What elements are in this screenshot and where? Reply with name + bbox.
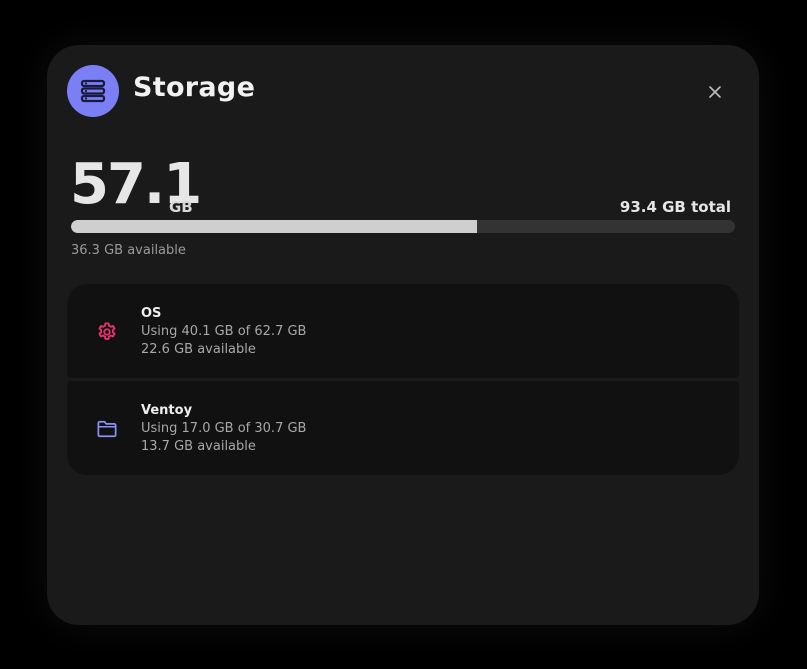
folder-icon [95,417,119,441]
drive-usage: Using 17.0 GB of 30.7 GB [141,421,307,436]
storage-usage-bar-fill [71,220,477,233]
drive-info: OS Using 40.1 GB of 62.7 GB 22.6 GB avai… [141,305,306,359]
storage-usage-bar [71,220,735,233]
available-storage-text: 36.3 GB available [71,243,186,258]
drive-name: OS [141,306,162,321]
drive-info: Ventoy Using 17.0 GB of 30.7 GB 13.7 GB … [141,402,306,456]
drive-name: Ventoy [141,403,193,418]
gear-icon [95,320,119,344]
close-icon [709,86,721,98]
drive-available: 22.6 GB available [141,342,256,357]
used-storage-unit: GB [169,198,193,216]
drive-list: OS Using 40.1 GB of 62.7 GB 22.6 GB avai… [67,284,739,475]
total-storage-text: 93.4 GB total [619,198,731,216]
page-title: Storage [133,72,256,103]
close-button[interactable] [701,78,729,106]
drive-item-os[interactable]: OS Using 40.1 GB of 62.7 GB 22.6 GB avai… [67,284,739,378]
storage-server-icon [67,65,119,117]
drive-available: 13.7 GB available [141,439,256,454]
storage-panel: Storage 57.1 GB 93.4 GB total 36.3 GB av… [47,45,759,625]
drive-item-ventoy[interactable]: Ventoy Using 17.0 GB of 30.7 GB 13.7 GB … [67,381,739,475]
drive-usage: Using 40.1 GB of 62.7 GB [141,324,307,339]
